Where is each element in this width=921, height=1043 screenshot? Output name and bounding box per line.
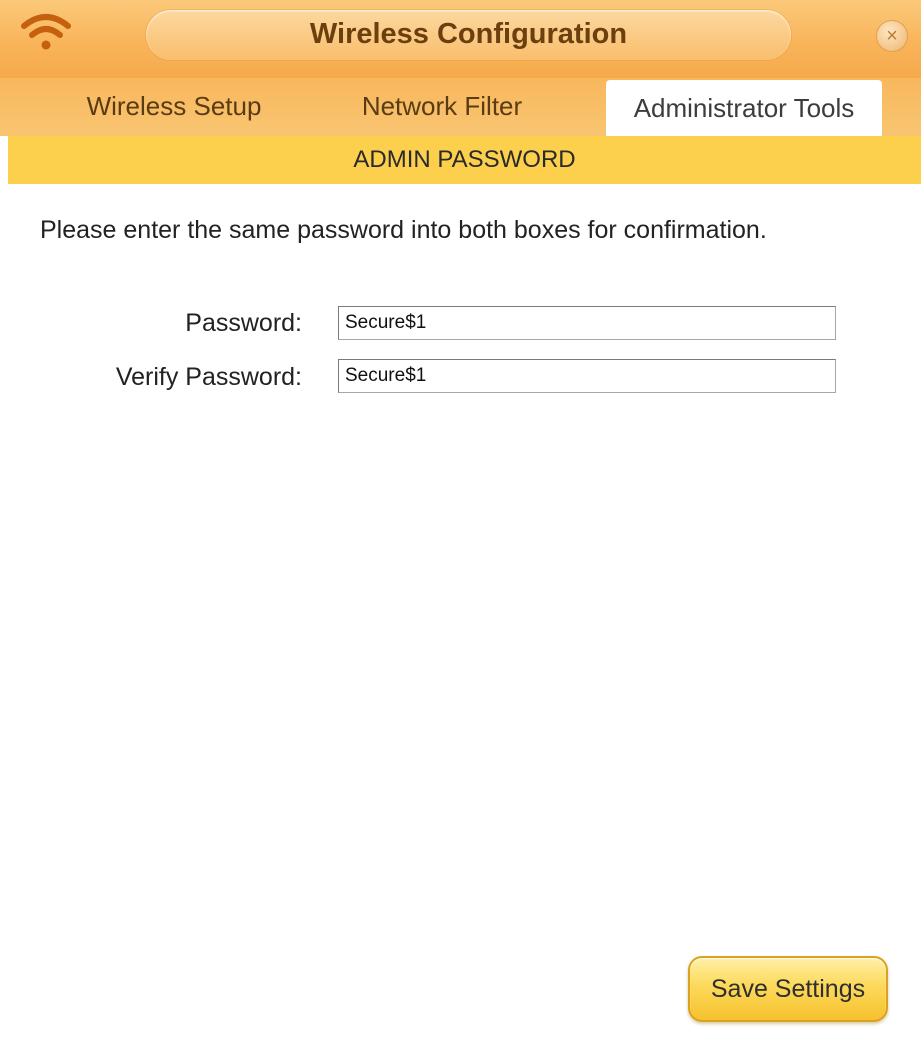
tab-bar: Wireless Setup Network Filter Administra… bbox=[0, 78, 921, 136]
section-title: ADMIN PASSWORD bbox=[8, 136, 921, 184]
wireless-config-window: Wireless Configuration × Wireless Setup … bbox=[0, 0, 921, 1043]
tab-administrator-tools[interactable]: Administrator Tools bbox=[606, 80, 882, 136]
window-title: Wireless Configuration bbox=[309, 18, 628, 50]
password-label: Password: bbox=[185, 309, 302, 337]
instructions-text: Please enter the same password into both… bbox=[40, 216, 767, 244]
close-button[interactable]: × bbox=[876, 20, 908, 52]
verify-password-input[interactable] bbox=[338, 359, 836, 393]
close-icon: × bbox=[886, 24, 898, 47]
tab-network-filter[interactable]: Network Filter bbox=[322, 88, 562, 136]
title-bar: Wireless Configuration × bbox=[0, 0, 921, 78]
wifi-icon bbox=[21, 14, 71, 50]
password-input[interactable] bbox=[338, 306, 836, 340]
verify-password-label: Verify Password: bbox=[115, 363, 302, 391]
save-settings-button[interactable]: Save Settings bbox=[688, 956, 888, 1022]
tab-wireless-setup[interactable]: Wireless Setup bbox=[56, 88, 292, 136]
